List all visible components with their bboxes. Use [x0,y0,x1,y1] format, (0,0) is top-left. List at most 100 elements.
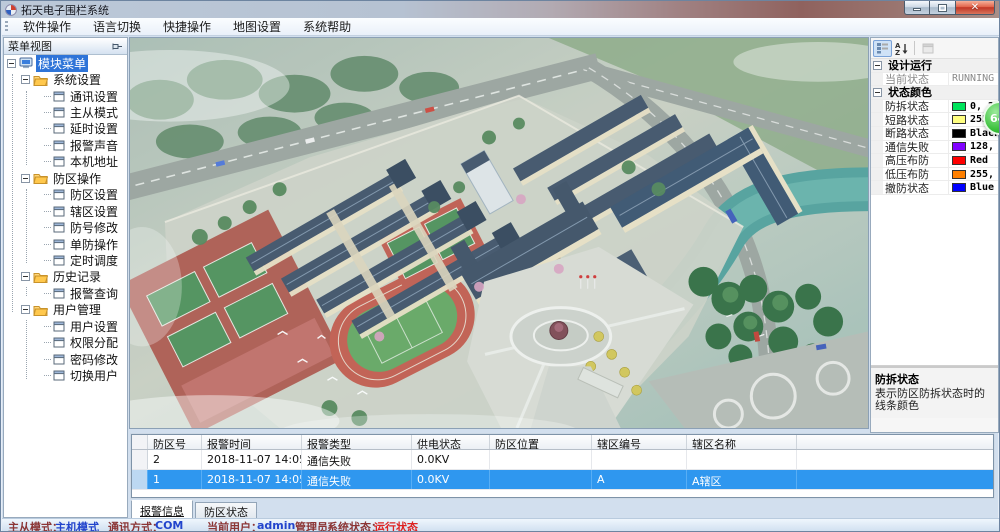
form-icon [53,321,65,332]
property-help-box: 防拆状态 表示防区防拆状态时的线条颜色 [871,366,998,418]
app-window: 拓天电子围栏系统 ✕ 软件操作 语言切换 快捷操作 地图设置 系统帮助 菜单视图 [0,0,1000,532]
computer-icon [19,57,33,69]
property-grid: 设计运行 当前状态RUNNING 状态颜色 防拆状态0, 255, 64 短路状… [871,59,998,195]
close-button[interactable]: ✕ [955,1,995,15]
alarm-table: 防区号 报警时间 报警类型 供电状态 防区位置 辖区编号 辖区名称 2 2018… [131,434,994,498]
collapse-icon[interactable] [21,272,30,281]
maximize-button[interactable] [930,1,955,15]
tree-leaf-zone-settings[interactable]: 防区设置 [4,187,127,203]
tree-node-zone-ops[interactable]: 防区操作 [4,170,127,186]
prop-high-voltage-color[interactable]: 高压布防Red [871,154,998,168]
close-icon: ✕ [971,3,979,13]
form-icon [53,107,65,118]
menu-map-settings[interactable]: 地图设置 [222,17,292,37]
tree-leaf-alarm-sound[interactable]: 报警声音 [4,137,127,153]
status-bar: 主从模式： 主机模式 通讯方式： COM 当前用户： admin 管理员 系统状… [2,518,1000,532]
prop-low-voltage-color[interactable]: 低压布防255, 128, 0 [871,168,998,182]
menu-language[interactable]: 语言切换 [82,17,152,37]
folder-icon [33,304,48,316]
col-zone-number[interactable]: 防区号 [148,435,202,449]
menu-help[interactable]: 系统帮助 [292,17,362,37]
col-district-number[interactable]: 辖区编号 [592,435,687,449]
collapse-icon[interactable] [873,88,882,97]
status-user-value: admin [257,519,295,532]
collapse-icon[interactable] [7,59,16,68]
form-icon [53,156,65,167]
title-bar[interactable]: 拓天电子围栏系统 ✕ [1,1,1000,18]
color-swatch [952,183,966,192]
window-title: 拓天电子围栏系统 [21,2,109,18]
sidebar-header: 菜单视图 [4,38,127,55]
maximize-icon [938,4,947,12]
row-selector[interactable] [132,470,148,489]
tree-node-system-settings[interactable]: 系统设置 [4,71,127,87]
alarm-table-header: 防区号 报警时间 报警类型 供电状态 防区位置 辖区编号 辖区名称 [132,435,993,450]
tree-node-user-management[interactable]: 用户管理 [4,302,127,318]
tree-leaf-change-password[interactable]: 密码修改 [4,351,127,367]
collapse-icon[interactable] [873,61,882,70]
folder-icon [33,271,48,283]
tree-leaf-local-address[interactable]: 本机地址 [4,154,127,170]
pin-icon[interactable] [112,41,123,52]
tree-node-module-menu[interactable]: 模块菜单 [4,55,127,71]
row-selector[interactable] [132,450,148,469]
col-district-name[interactable]: 辖区名称 [687,435,797,449]
color-swatch [952,170,966,179]
tree-leaf-alarm-query[interactable]: 报警查询 [4,285,127,301]
property-pages-button[interactable] [918,40,937,57]
col-alarm-type[interactable]: 报警类型 [302,435,412,449]
color-swatch [952,156,966,165]
category-design-run[interactable]: 设计运行 [871,59,998,73]
col-alarm-time[interactable]: 报警时间 [202,435,302,449]
prop-tamper-color[interactable]: 防拆状态0, 255, 64 [871,100,998,114]
prop-open-circuit-color[interactable]: 断路状态Black [871,127,998,141]
property-panel: A Z 设计运行 当前状态RUNNING 状态颜色 防拆状态0, 255, 64… [870,37,999,433]
collapse-icon[interactable] [21,305,30,314]
form-icon [53,288,65,299]
menu-grip-icon[interactable] [5,21,8,33]
tree-leaf-switch-user[interactable]: 切换用户 [4,367,127,383]
tree-node-history[interactable]: 历史记录 [4,269,127,285]
category-state-colors[interactable]: 状态颜色 [871,86,998,100]
map-view[interactable] [129,37,869,429]
prop-short-circuit-color[interactable]: 短路状态255, 255, 128 [871,113,998,127]
prop-disarm-color[interactable]: 撤防状态Blue [871,181,998,195]
tree-leaf-single-zone-op[interactable]: 单防操作 [4,236,127,252]
tree-leaf-schedule[interactable]: 定时调度 [4,252,127,268]
categorized-icon [876,42,889,54]
bottom-tab-bar: 报警信息 防区状态 [131,501,994,518]
status-system-value: 运行状态 [374,519,418,532]
prop-comm-fail-color[interactable]: 通信失败128, 0, 255 [871,141,998,155]
tree-leaf-master-slave[interactable]: 主从模式 [4,104,127,120]
status-user-role: 管理员 [295,519,328,532]
form-icon [53,140,65,151]
collapse-icon[interactable] [21,174,30,183]
prop-current-state[interactable]: 当前状态RUNNING [871,73,998,87]
col-zone-location[interactable]: 防区位置 [490,435,592,449]
status-mode-value: 主机模式 [55,519,99,532]
menu-software[interactable]: 软件操作 [12,17,82,37]
col-power-state[interactable]: 供电状态 [412,435,490,449]
menu-shortcut[interactable]: 快捷操作 [152,17,222,37]
tree-leaf-district-settings[interactable]: 辖区设置 [4,203,127,219]
color-swatch [952,129,966,138]
property-grid-empty [871,195,998,366]
table-row-selected[interactable]: 1 2018-11-07 14:05:42 通信失败 0.0KV A A辖区 [132,470,993,490]
status-user-label: 当前用户： [207,519,262,532]
table-row[interactable]: 2 2018-11-07 14:05:42 通信失败 0.0KV [132,450,993,470]
collapse-icon[interactable] [21,75,30,84]
tree-leaf-comm-settings[interactable]: 通讯设置 [4,88,127,104]
tree-leaf-permissions[interactable]: 权限分配 [4,334,127,350]
form-icon [53,206,65,217]
minimize-button[interactable] [904,1,930,15]
sort-alpha-button[interactable]: A Z [892,40,911,57]
form-icon [53,354,65,365]
svg-text:Z: Z [895,49,900,55]
tree-leaf-user-settings[interactable]: 用户设置 [4,318,127,334]
form-icon [53,123,65,134]
categorized-button[interactable] [873,40,892,57]
menu-bar: 软件操作 语言切换 快捷操作 地图设置 系统帮助 [2,18,1000,36]
tree-leaf-delay-settings[interactable]: 延时设置 [4,121,127,137]
form-icon [53,370,65,381]
tree-leaf-zone-number-edit[interactable]: 防号修改 [4,219,127,235]
